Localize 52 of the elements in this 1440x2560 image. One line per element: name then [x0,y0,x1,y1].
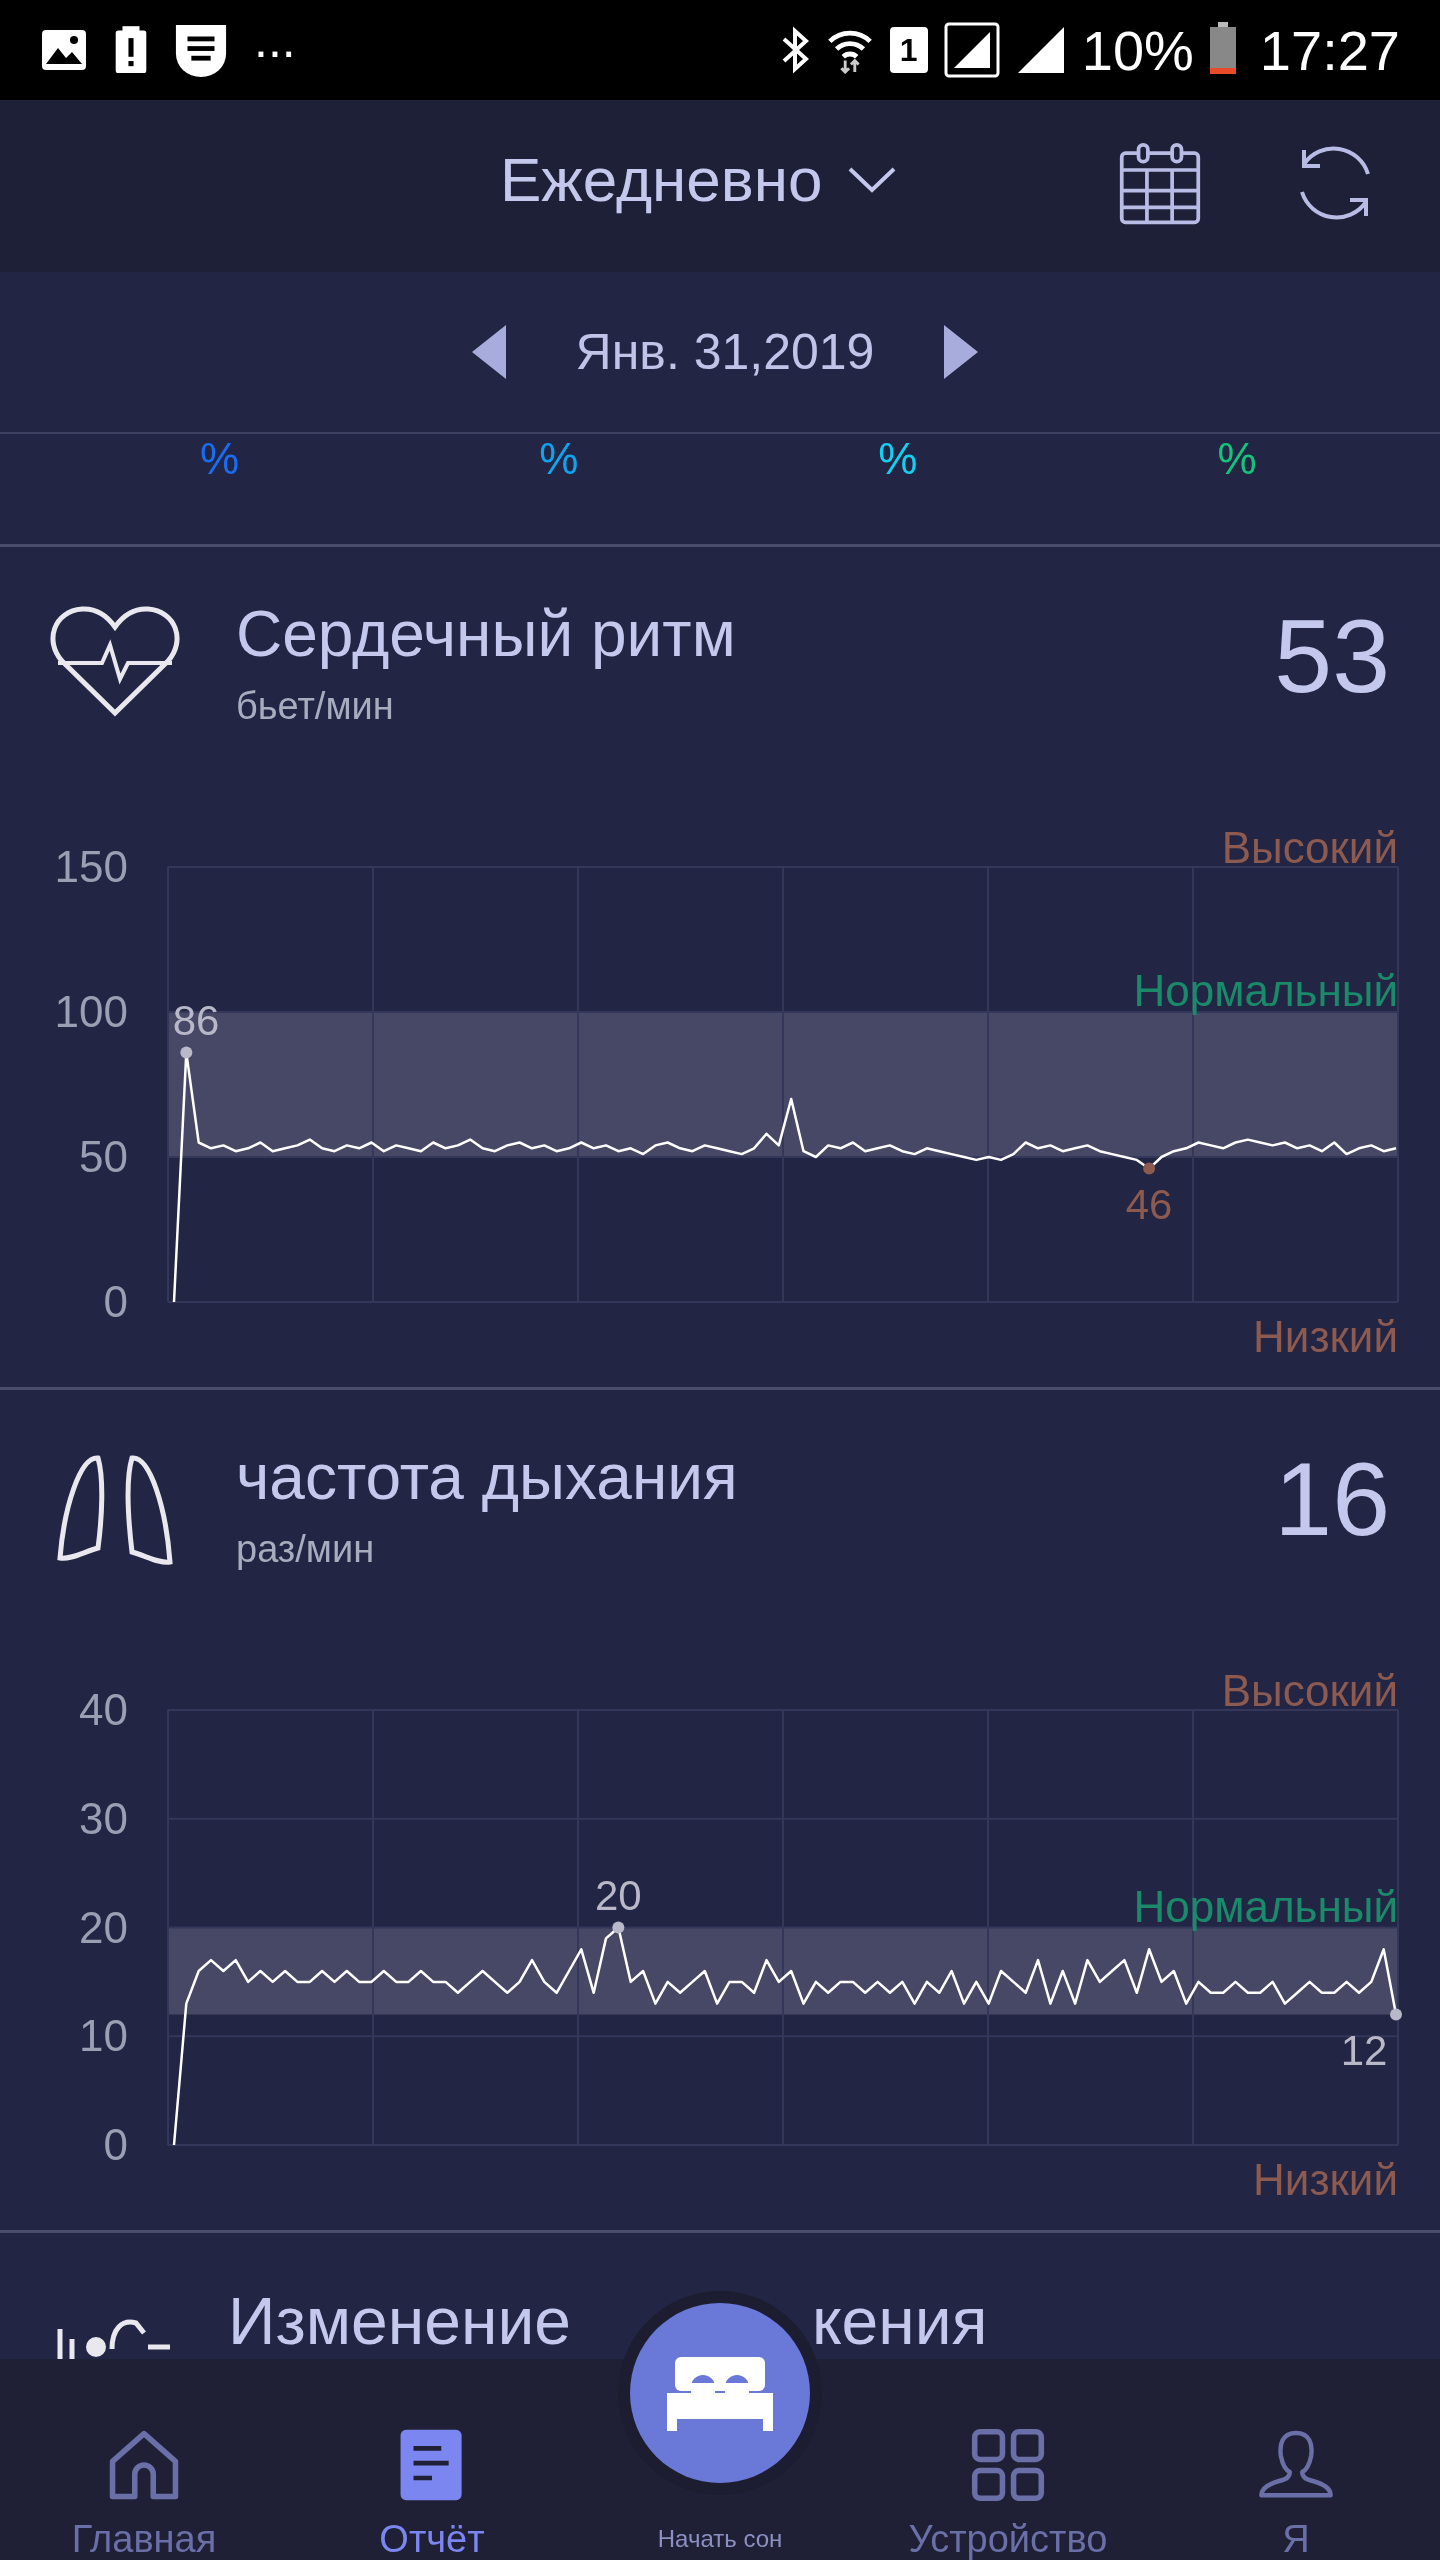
section-title: частота дыхания [236,1440,739,1514]
axis-label: 40 [79,1685,128,1734]
percent-value: % [539,434,579,484]
date-label: Янв. 31,2019 [575,323,875,381]
shield-icon [174,23,228,77]
axis-label: 30 [79,1793,128,1843]
more-notifications: ... [254,11,296,69]
data-label: 46 [1125,1180,1173,1228]
axis-label: 20 [79,1902,128,1952]
unit-label: раз/мин [236,1528,376,1571]
next-day-icon[interactable] [944,325,979,379]
data-label: 12 [1340,2026,1388,2074]
section-title: Изменение [228,2283,571,2359]
axis-label: 100 [54,987,128,1036]
nav-tab[interactable]: Отчёт [302,2428,562,2560]
data-label: 20 [595,1871,642,1919]
section-title: кения [812,2283,988,2359]
axis-label: 50 [79,1132,128,1181]
calendar-icon[interactable] [1118,142,1202,226]
percent-value: % [200,434,240,484]
clock: 17:27 [1259,17,1400,83]
axis-label: 0 [103,2120,128,2169]
section-title: Сердечный ритм [236,597,737,671]
normal-zone-label: Нормальный [1133,966,1398,1015]
nav-tab[interactable]: Я [1166,2428,1426,2560]
axis-label: 10 [79,2011,128,2061]
percent-value: % [1217,434,1257,484]
nav-tab[interactable]: Устройство [878,2428,1138,2560]
high-zone-label: Высокий [1221,827,1398,872]
low-zone-label: Низкий [1253,2155,1398,2204]
battery-percent: 10% [1081,17,1194,83]
axis-label: 150 [54,842,128,891]
current-value: 53 [1274,597,1390,716]
normal-zone-label: Нормальный [1133,1881,1398,1931]
heart-pulse-icon [50,605,180,717]
start-sleep-label[interactable]: Начать сон [657,2525,783,2553]
sim-badge: 1 [889,27,928,73]
chevron-down-icon [846,165,897,194]
nav-tab[interactable]: Главная [14,2428,274,2560]
axis-label: 0 [103,1277,128,1326]
signal-icon [943,22,1000,78]
home-icon [107,2428,181,2502]
current-value: 16 [1274,1440,1390,1559]
high-zone-label: Высокий [1221,1670,1398,1715]
period-dropdown[interactable]: Ежедневно [500,144,897,215]
alert-icon [114,24,148,76]
grid-icon [971,2428,1045,2502]
unit-label: бьет/мин [236,685,395,728]
data-label: 86 [172,996,220,1044]
previous-day-icon[interactable] [471,325,506,379]
percent-value: % [878,434,918,484]
low-zone-label: Низкий [1253,1312,1398,1361]
